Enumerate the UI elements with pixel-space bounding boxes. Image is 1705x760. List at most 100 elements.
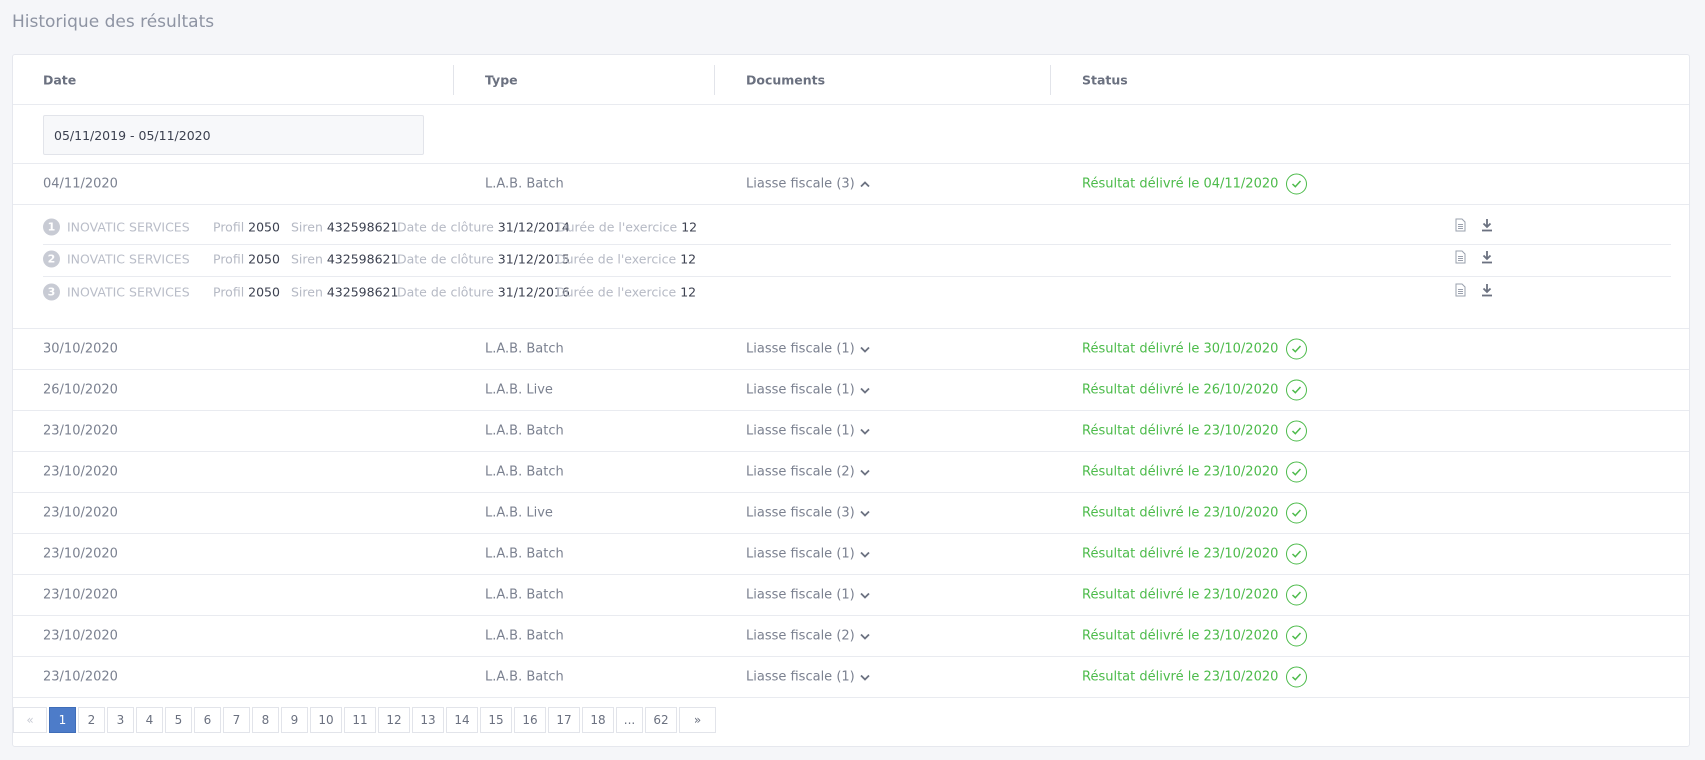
pagination-page-18[interactable]: 18 bbox=[582, 707, 614, 733]
closing-date-field: Date de clôture 31/12/2016 bbox=[397, 284, 570, 299]
date-range-filter[interactable] bbox=[43, 115, 424, 155]
document-icon[interactable] bbox=[1455, 218, 1466, 236]
row-status: Résultat délivré le 23/10/2020 bbox=[1082, 461, 1308, 483]
field-value: 432598621 bbox=[326, 219, 399, 235]
closing-date-field: Date de clôture 31/12/2015 bbox=[397, 252, 570, 267]
pagination-page-1[interactable]: 1 bbox=[49, 707, 76, 733]
company-name: INOVATIC SERVICES bbox=[67, 284, 190, 299]
column-header-status[interactable]: Status bbox=[1082, 72, 1128, 87]
pagination-page-4[interactable]: 4 bbox=[136, 707, 163, 733]
table-row[interactable]: 23/10/2020 L.A.B. Batch Liasse fiscale (1)… bbox=[13, 411, 1689, 452]
document-icon[interactable] bbox=[1455, 250, 1466, 268]
pagination-prev-button[interactable]: « bbox=[13, 707, 47, 733]
table-row[interactable]: 23/10/2020 L.A.B. Live Liasse fiscale (3) R… bbox=[13, 493, 1689, 534]
field-value: 432598621 bbox=[326, 284, 399, 299]
detail-item: 3 INOVATIC SERVICES Profil 2050 Siren 43259… bbox=[43, 274, 1671, 309]
table-row[interactable]: 23/10/2020 L.A.B. Batch Liasse fiscale (2)… bbox=[13, 616, 1689, 657]
download-icon[interactable] bbox=[1481, 251, 1493, 268]
column-divider[interactable] bbox=[714, 65, 715, 95]
table-row[interactable]: 23/10/2020 L.A.B. Batch Liasse fiscale (1)… bbox=[13, 575, 1689, 616]
row-date: 23/10/2020 bbox=[43, 546, 118, 562]
field-label: Profil bbox=[213, 219, 249, 235]
documents-toggle[interactable]: Liasse fiscale (3) bbox=[746, 177, 871, 192]
profile-field: Profil 2050 bbox=[213, 252, 280, 267]
documents-toggle[interactable]: Liasse fiscale (1) bbox=[746, 342, 871, 357]
row-date: 30/10/2020 bbox=[43, 341, 118, 357]
status-text: Résultat délivré le 26/10/2020 bbox=[1082, 382, 1279, 398]
pagination-page-12[interactable]: 12 bbox=[378, 707, 410, 733]
documents-toggle[interactable]: Liasse fiscale (1) bbox=[746, 547, 871, 562]
table-row[interactable]: 23/10/2020 L.A.B. Batch Liasse fiscale (1)… bbox=[13, 534, 1689, 575]
download-icon[interactable] bbox=[1481, 283, 1493, 300]
check-circle-icon bbox=[1286, 338, 1308, 360]
documents-label: Liasse fiscale (1) bbox=[746, 587, 855, 603]
field-value: 12 bbox=[681, 219, 698, 235]
field-label: Durée de l'exercice bbox=[557, 219, 682, 235]
documents-toggle[interactable]: Liasse fiscale (1) bbox=[746, 424, 871, 439]
pagination-page-11[interactable]: 11 bbox=[344, 707, 376, 733]
column-header-date[interactable]: Date bbox=[43, 72, 76, 87]
field-label: Siren bbox=[291, 251, 327, 267]
profile-field: Profil 2050 bbox=[213, 220, 280, 235]
chevron-down-icon bbox=[860, 674, 870, 681]
pagination-page-15[interactable]: 15 bbox=[480, 707, 512, 733]
item-number-badge: 1 bbox=[43, 218, 60, 236]
status-text: Résultat délivré le 04/11/2020 bbox=[1082, 176, 1279, 192]
detail-item: 2 INOVATIC SERVICES Profil 2050 Siren 43259… bbox=[43, 242, 1671, 277]
documents-toggle[interactable]: Liasse fiscale (1) bbox=[746, 588, 871, 603]
row-status: Résultat délivré le 04/11/2020 bbox=[1082, 173, 1308, 195]
field-value: 2050 bbox=[248, 284, 280, 299]
pagination-page-8[interactable]: 8 bbox=[252, 707, 279, 733]
row-type: L.A.B. Batch bbox=[485, 628, 564, 644]
documents-toggle[interactable]: Liasse fiscale (1) bbox=[746, 670, 871, 685]
profile-field: Profil 2050 bbox=[213, 284, 280, 299]
pagination-page-6[interactable]: 6 bbox=[194, 707, 221, 733]
pagination-page-7[interactable]: 7 bbox=[223, 707, 250, 733]
pagination-page-5[interactable]: 5 bbox=[165, 707, 192, 733]
row-date: 23/10/2020 bbox=[43, 587, 118, 603]
document-icon[interactable] bbox=[1455, 283, 1466, 300]
item-number-badge: 3 bbox=[43, 283, 60, 300]
pagination-page-62[interactable]: 62 bbox=[645, 707, 677, 733]
documents-toggle[interactable]: Liasse fiscale (2) bbox=[746, 629, 871, 644]
chevron-up-icon bbox=[860, 180, 870, 187]
table-row[interactable]: 30/10/2020 L.A.B. Batch Liasse fiscale (1)… bbox=[13, 329, 1689, 370]
company-name: INOVATIC SERVICES bbox=[67, 251, 190, 267]
check-circle-icon bbox=[1286, 666, 1308, 688]
documents-toggle[interactable]: Liasse fiscale (3) bbox=[746, 506, 871, 521]
column-header-type[interactable]: Type bbox=[485, 72, 518, 87]
pagination-page-13[interactable]: 13 bbox=[412, 707, 444, 733]
column-header-documents[interactable]: Documents bbox=[746, 72, 825, 87]
pagination-page-16[interactable]: 16 bbox=[514, 707, 546, 733]
table-row[interactable]: 23/10/2020 L.A.B. Batch Liasse fiscale (2)… bbox=[13, 452, 1689, 493]
pagination-ellipsis[interactable]: ... bbox=[616, 707, 643, 733]
row-type: L.A.B. Batch bbox=[485, 176, 564, 192]
check-circle-icon bbox=[1286, 420, 1308, 442]
chevron-down-icon bbox=[860, 346, 870, 353]
documents-toggle[interactable]: Liasse fiscale (2) bbox=[746, 465, 871, 480]
status-text: Résultat délivré le 23/10/2020 bbox=[1082, 464, 1279, 480]
results-table: Date Type Documents Status 04/11/2020 L.… bbox=[12, 54, 1690, 747]
download-icon[interactable] bbox=[1481, 219, 1493, 236]
row-date: 23/10/2020 bbox=[43, 423, 118, 439]
pagination-page-14[interactable]: 14 bbox=[446, 707, 478, 733]
row-status: Résultat délivré le 26/10/2020 bbox=[1082, 379, 1308, 401]
pagination-page-2[interactable]: 2 bbox=[78, 707, 105, 733]
row-date: 23/10/2020 bbox=[43, 628, 118, 644]
column-divider[interactable] bbox=[1050, 65, 1051, 95]
column-divider[interactable] bbox=[453, 65, 454, 95]
table-row-expanded[interactable]: 04/11/2020 L.A.B. Batch Liasse fiscale (… bbox=[13, 164, 1689, 205]
field-value: 2050 bbox=[248, 251, 280, 267]
table-row[interactable]: 26/10/2020 L.A.B. Live Liasse fiscale (1) R… bbox=[13, 370, 1689, 411]
row-type: L.A.B. Live bbox=[485, 505, 553, 521]
pagination-next-button[interactable]: » bbox=[679, 707, 716, 733]
filter-row bbox=[13, 105, 1689, 164]
pagination-page-17[interactable]: 17 bbox=[548, 707, 580, 733]
pagination-page-9[interactable]: 9 bbox=[281, 707, 308, 733]
table-row[interactable]: 23/10/2020 L.A.B. Batch Liasse fiscale (1)… bbox=[13, 657, 1689, 698]
pagination-page-10[interactable]: 10 bbox=[310, 707, 342, 733]
siren-field: Siren 432598621 bbox=[291, 252, 398, 267]
row-date: 04/11/2020 bbox=[43, 176, 118, 192]
pagination-page-3[interactable]: 3 bbox=[107, 707, 134, 733]
documents-toggle[interactable]: Liasse fiscale (1) bbox=[746, 383, 871, 398]
